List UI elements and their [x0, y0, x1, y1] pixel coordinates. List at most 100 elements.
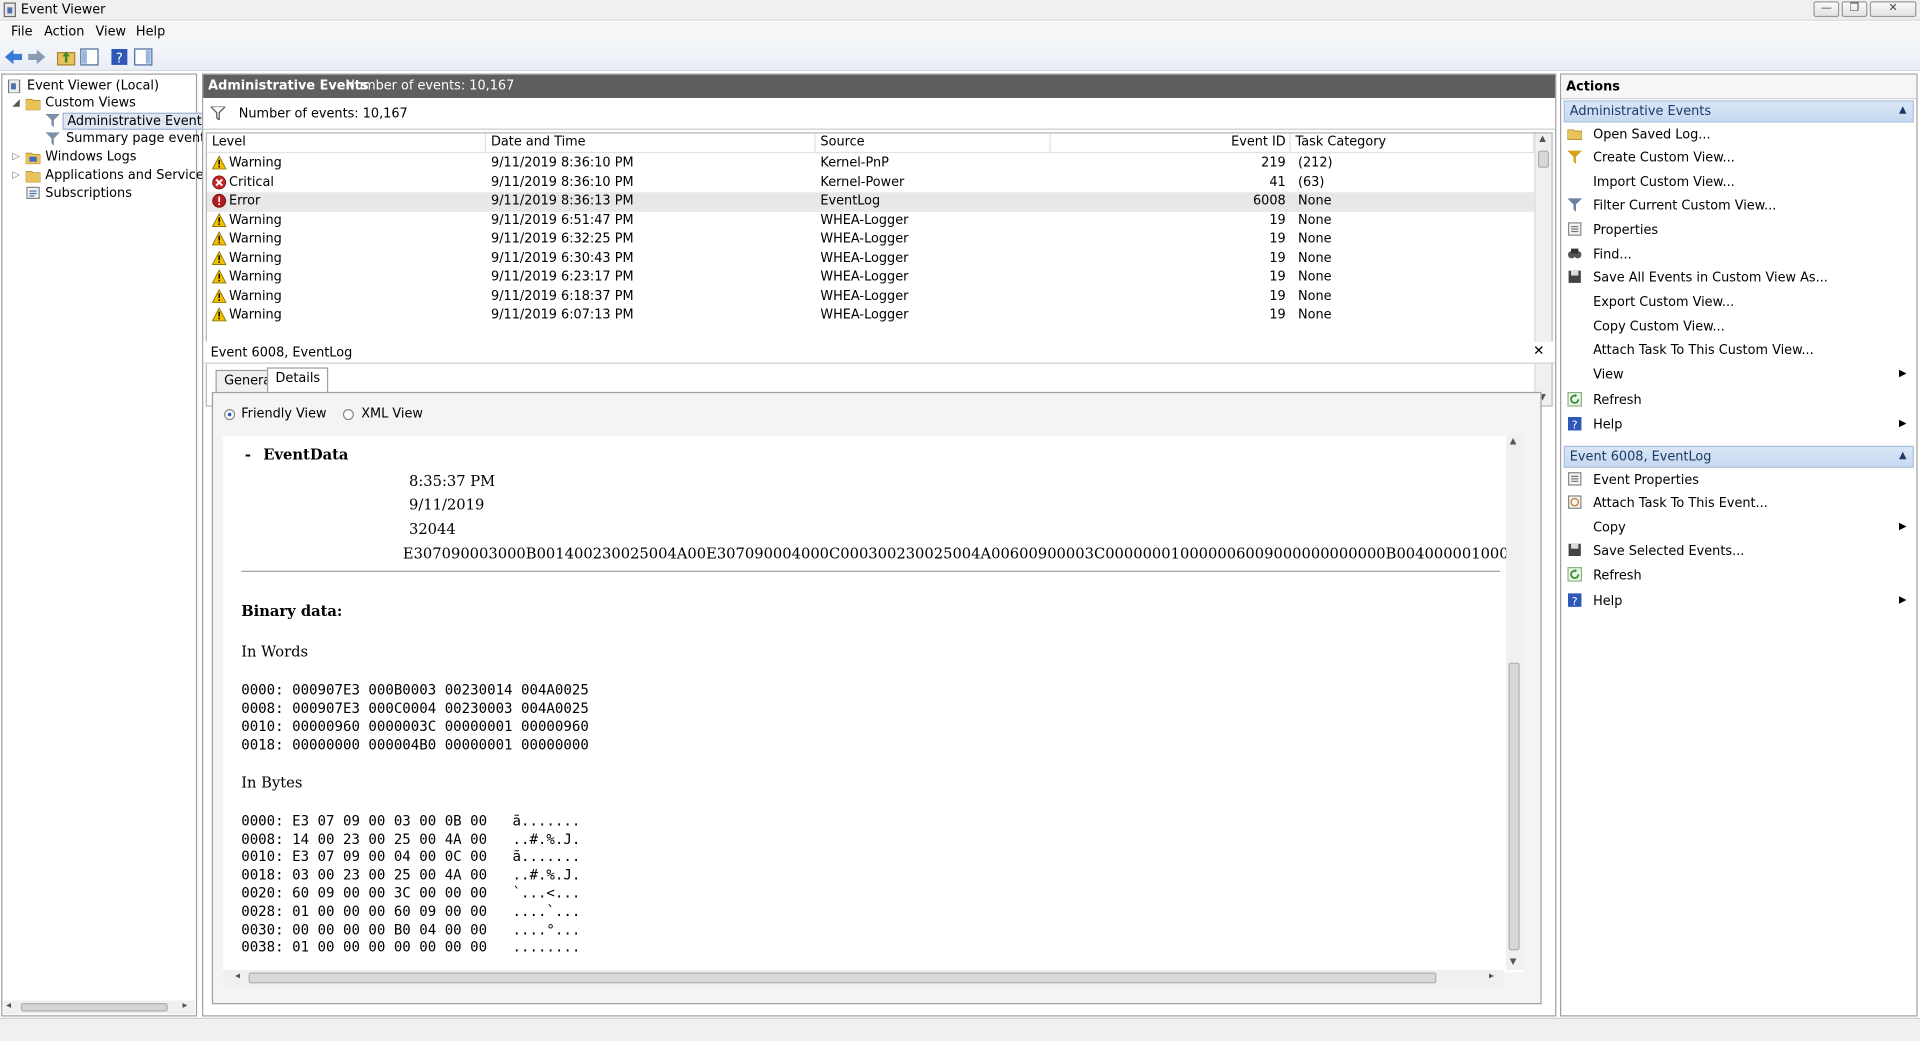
menu-action[interactable]: Action: [44, 24, 84, 39]
action-attach-task-custom-view[interactable]: Attach Task To This Custom View...: [1566, 339, 1914, 362]
scroll-down-arrow-icon[interactable]: ▼: [1510, 956, 1517, 966]
tree-scroll-thumb[interactable]: [20, 1003, 168, 1012]
table-row[interactable]: Warning 9/11/2019 6:07:13 PM WHEA-Logger 19…: [207, 306, 1534, 325]
section-title: Administrative Events: [1569, 104, 1712, 119]
action-copy[interactable]: Copy ▶: [1566, 517, 1914, 540]
scroll-right-arrow-icon[interactable]: ▸: [182, 999, 187, 1010]
close-detail-button[interactable]: ✕: [1533, 343, 1544, 359]
action-help[interactable]: ? Help ▶: [1566, 590, 1914, 613]
column-header-source[interactable]: Source: [816, 133, 1051, 152]
eventdata-collapse-toggle[interactable]: -: [245, 446, 251, 463]
action-open-saved-log[interactable]: Open Saved Log...: [1566, 124, 1914, 147]
xml-view-label[interactable]: XML View: [361, 407, 423, 422]
in-words-line: 0000: 000907E3 000B0003 00230014 004A002…: [241, 680, 589, 699]
scroll-up-arrow-icon[interactable]: ▲: [1510, 436, 1517, 446]
forward-arrow-icon[interactable]: [27, 48, 47, 66]
detail-hscroll-thumb[interactable]: [248, 972, 1437, 984]
action-find[interactable]: Find...: [1566, 244, 1914, 267]
column-header-level[interactable]: Level: [207, 133, 487, 152]
action-view[interactable]: View ▶: [1566, 364, 1914, 387]
filter-funnel-icon: [210, 106, 226, 121]
svg-text:?: ?: [1572, 419, 1578, 431]
cell-level: Warning: [228, 250, 282, 266]
actions-title: Actions: [1561, 74, 1917, 100]
in-bytes-line: 0038: 01 00 00 00 00 00 00 00 ........: [241, 938, 581, 956]
toolbar: ?: [0, 44, 1920, 72]
collapse-section-icon[interactable]: ▲: [1899, 104, 1907, 115]
action-copy-custom-view[interactable]: Copy Custom View...: [1566, 316, 1914, 339]
table-row[interactable]: Warning 9/11/2019 6:32:25 PM WHEA-Logger 19…: [207, 230, 1534, 249]
action-create-custom-view[interactable]: Create Custom View...: [1566, 147, 1914, 170]
tree-item-windows-logs[interactable]: Windows Logs: [45, 149, 136, 164]
tree-item-summary-page-events[interactable]: Summary page events: [66, 131, 212, 146]
scroll-left-arrow-icon[interactable]: ◂: [6, 999, 11, 1010]
column-header-task-category[interactable]: Task Category: [1291, 133, 1535, 152]
action-help[interactable]: ? Help ▶: [1566, 414, 1914, 437]
action-filter-current-custom-view[interactable]: Filter Current Custom View...: [1566, 195, 1914, 218]
help-icon: ?: [1567, 416, 1582, 432]
action-label: Export Custom View...: [1593, 295, 1735, 310]
back-arrow-icon[interactable]: [4, 48, 24, 66]
action-export-custom-view[interactable]: Export Custom View...: [1566, 291, 1914, 314]
table-row[interactable]: Warning 9/11/2019 8:36:10 PM Kernel-PnP 219…: [207, 154, 1534, 173]
detail-scroll-thumb[interactable]: [1508, 662, 1520, 951]
menu-view[interactable]: View: [96, 24, 127, 39]
friendly-view-radio[interactable]: [224, 409, 236, 421]
table-row[interactable]: Warning 9/11/2019 6:30:43 PM WHEA-Logger 19…: [207, 249, 1534, 268]
action-refresh[interactable]: Refresh: [1566, 565, 1914, 588]
tree-item-custom-views[interactable]: Custom Views: [45, 96, 136, 111]
divider: [241, 570, 1501, 572]
cell-date-time: 9/11/2019 6:18:37 PM: [491, 288, 634, 304]
help-icon[interactable]: ?: [110, 48, 130, 66]
refresh-icon: [1567, 391, 1583, 407]
xml-view-radio[interactable]: [342, 409, 354, 421]
minimize-button[interactable]: —: [1813, 1, 1840, 18]
column-header-event-id[interactable]: Event ID: [1051, 133, 1291, 152]
action-save-selected-events[interactable]: Save Selected Events...: [1566, 540, 1914, 563]
cell-date-time: 9/11/2019 6:32:25 PM: [491, 231, 634, 247]
friendly-view-label[interactable]: Friendly View: [241, 407, 326, 422]
column-header-date-time[interactable]: Date and Time: [486, 133, 816, 152]
table-row[interactable]: Warning 9/11/2019 6:51:47 PM WHEA-Logger 19…: [207, 211, 1534, 230]
cell-event-id: 19: [1269, 288, 1286, 304]
detail-vertical-scrollbar[interactable]: ▲ ▼: [1506, 435, 1524, 970]
cell-level: Warning: [228, 231, 282, 247]
show-hide-tree-icon[interactable]: [80, 48, 100, 66]
expand-custom-views-icon[interactable]: ◢: [12, 97, 20, 108]
expand-windows-logs-icon[interactable]: ▷: [12, 151, 20, 162]
tree-item-administrative-events[interactable]: Administrative Events: [62, 112, 214, 130]
error-icon: [212, 193, 227, 212]
close-window-button[interactable]: ✕: [1869, 1, 1917, 18]
events-scroll-thumb[interactable]: [1537, 150, 1549, 168]
maximize-button[interactable]: ❐: [1841, 1, 1868, 18]
show-hide-action-pane-icon[interactable]: [133, 48, 153, 66]
action-attach-task-event[interactable]: Attach Task To This Event...: [1566, 492, 1914, 515]
detail-horizontal-scrollbar[interactable]: ◂ ▸: [222, 969, 1504, 986]
table-row[interactable]: Warning 9/11/2019 6:23:17 PM WHEA-Logger 19…: [207, 268, 1534, 287]
menu-help[interactable]: Help: [136, 24, 165, 39]
actions-section-event[interactable]: Event 6008, EventLog ▲: [1563, 445, 1914, 468]
tree-horizontal-scrollbar[interactable]: ◂ ▸: [3, 999, 195, 1015]
action-properties[interactable]: Properties: [1566, 219, 1914, 242]
action-event-properties[interactable]: Event Properties: [1566, 469, 1914, 492]
table-row[interactable]: Warning 9/11/2019 6:18:37 PM WHEA-Logger 19…: [207, 287, 1534, 306]
scroll-up-arrow-icon[interactable]: ▲: [1539, 133, 1546, 143]
action-save-all-events[interactable]: Save All Events in Custom View As...: [1566, 267, 1914, 290]
events-vertical-scrollbar[interactable]: ▲ ▼: [1534, 133, 1552, 406]
menu-file[interactable]: File: [11, 24, 33, 39]
scroll-right-arrow-icon[interactable]: ▸: [1489, 970, 1494, 981]
cell-source: Kernel-PnP: [820, 155, 889, 171]
up-folder-icon[interactable]: [56, 48, 76, 66]
table-row[interactable]: Error 9/11/2019 8:36:13 PM EventLog 6008 Non…: [206, 192, 1535, 212]
navigation-tree: Event Viewer (Local) ◢ Custom Views Admi…: [1, 73, 229, 1017]
tree-item-event-viewer-local[interactable]: Event Viewer (Local): [27, 78, 159, 93]
actions-section-administrative-events[interactable]: Administrative Events ▲: [1563, 100, 1914, 123]
action-import-custom-view[interactable]: Import Custom View...: [1566, 171, 1914, 194]
tab-details[interactable]: Details: [266, 367, 329, 392]
action-refresh[interactable]: Refresh: [1566, 389, 1914, 412]
scroll-left-arrow-icon[interactable]: ◂: [235, 970, 240, 981]
tree-item-subscriptions[interactable]: Subscriptions: [45, 186, 132, 201]
collapse-section-icon[interactable]: ▲: [1899, 449, 1907, 460]
table-row[interactable]: Critical 9/11/2019 8:36:10 PM Kernel-Power…: [207, 173, 1534, 192]
expand-apps-services-icon[interactable]: ▷: [12, 169, 20, 180]
